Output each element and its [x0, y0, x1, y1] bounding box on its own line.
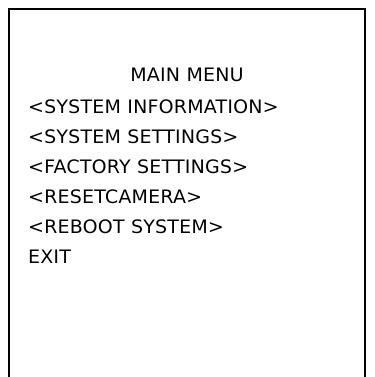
menu-title: MAIN MENU	[130, 64, 244, 86]
menu-item-factory-settings[interactable]: <FACTORY SETTINGS>	[28, 152, 279, 182]
menu-item-reboot-system[interactable]: <REBOOT SYSTEM>	[28, 212, 279, 242]
main-menu-panel: MAIN MENU <SYSTEM INFORMATION> <SYSTEM S…	[8, 8, 366, 377]
menu-item-system-information[interactable]: <SYSTEM INFORMATION>	[28, 92, 279, 122]
menu-item-system-settings[interactable]: <SYSTEM SETTINGS>	[28, 122, 279, 152]
menu-item-exit[interactable]: EXIT	[28, 242, 279, 272]
menu-item-reset-camera[interactable]: <RESETCAMERA>	[28, 182, 279, 212]
menu-list: <SYSTEM INFORMATION> <SYSTEM SETTINGS> <…	[28, 92, 279, 272]
